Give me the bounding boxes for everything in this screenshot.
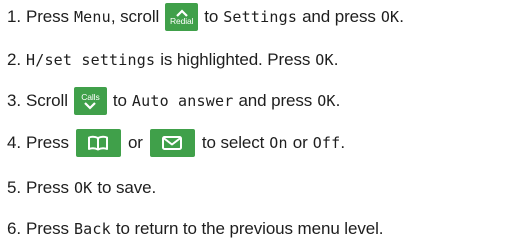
- display-text-menu: Menu: [73, 8, 111, 26]
- step-number: 5.: [7, 178, 21, 197]
- step-text: Press: [25, 178, 69, 197]
- display-text-ok: OK: [380, 8, 400, 26]
- chevron-down-icon: [84, 101, 97, 110]
- step-1: 1. Press Menu , scroll Redial to Setting…: [7, 0, 404, 34]
- display-text-ok: OK: [315, 51, 334, 69]
- step-text: .: [335, 91, 341, 110]
- step-number: 1.: [7, 7, 21, 26]
- messages-key: [149, 129, 195, 157]
- step-text: .: [340, 133, 346, 152]
- step-text: to: [112, 91, 127, 110]
- display-text-ok: OK: [73, 179, 93, 197]
- step-text: and press: [238, 91, 313, 110]
- envelope-icon: [162, 136, 183, 150]
- step-text: is highlighted. Press: [160, 50, 311, 69]
- step-text: to return to the previous menu level.: [115, 219, 384, 238]
- step-4: 4. Press or to select On or Off .: [7, 126, 345, 160]
- step-text: , scroll: [110, 7, 160, 26]
- display-text-auto-answer: Auto answer: [131, 92, 234, 110]
- step-text: .: [333, 50, 339, 69]
- redial-up-key: Redial: [165, 3, 199, 31]
- step-number: 6.: [7, 219, 21, 238]
- step-text: Press: [25, 7, 69, 26]
- key-label: Calls: [81, 91, 100, 102]
- step-2: 2. H/set settings is highlighted. Press …: [7, 43, 338, 77]
- display-text-off: Off: [312, 134, 341, 152]
- step-text: or: [292, 133, 308, 152]
- step-text: to select: [201, 133, 265, 152]
- step-3: 3. Scroll Calls to Auto answer and press…: [7, 84, 340, 118]
- display-text-back: Back: [73, 220, 111, 238]
- display-text-settings: Settings: [223, 8, 298, 26]
- phonebook-key: [75, 129, 121, 157]
- display-text-hset-settings: H/set settings: [25, 51, 156, 69]
- step-text: Press: [25, 219, 69, 238]
- step-text: or: [127, 133, 143, 152]
- step-text: to save.: [97, 178, 157, 197]
- step-text: to: [204, 7, 219, 26]
- step-number: 4.: [7, 133, 21, 152]
- display-text-ok: OK: [317, 92, 336, 110]
- step-6: 6. Press Back to return to the previous …: [7, 212, 384, 246]
- step-number: 3.: [7, 91, 21, 110]
- calls-down-key: Calls: [73, 87, 107, 115]
- step-text: .: [399, 7, 404, 26]
- step-text: Press: [25, 133, 69, 152]
- key-label: Redial: [169, 15, 194, 26]
- step-number: 2.: [7, 50, 21, 69]
- step-5: 5. Press OK to save.: [7, 171, 156, 205]
- phonebook-icon: [88, 135, 109, 151]
- display-text-on: On: [269, 134, 288, 152]
- step-text: and press: [302, 7, 376, 26]
- step-text: Scroll: [25, 91, 68, 110]
